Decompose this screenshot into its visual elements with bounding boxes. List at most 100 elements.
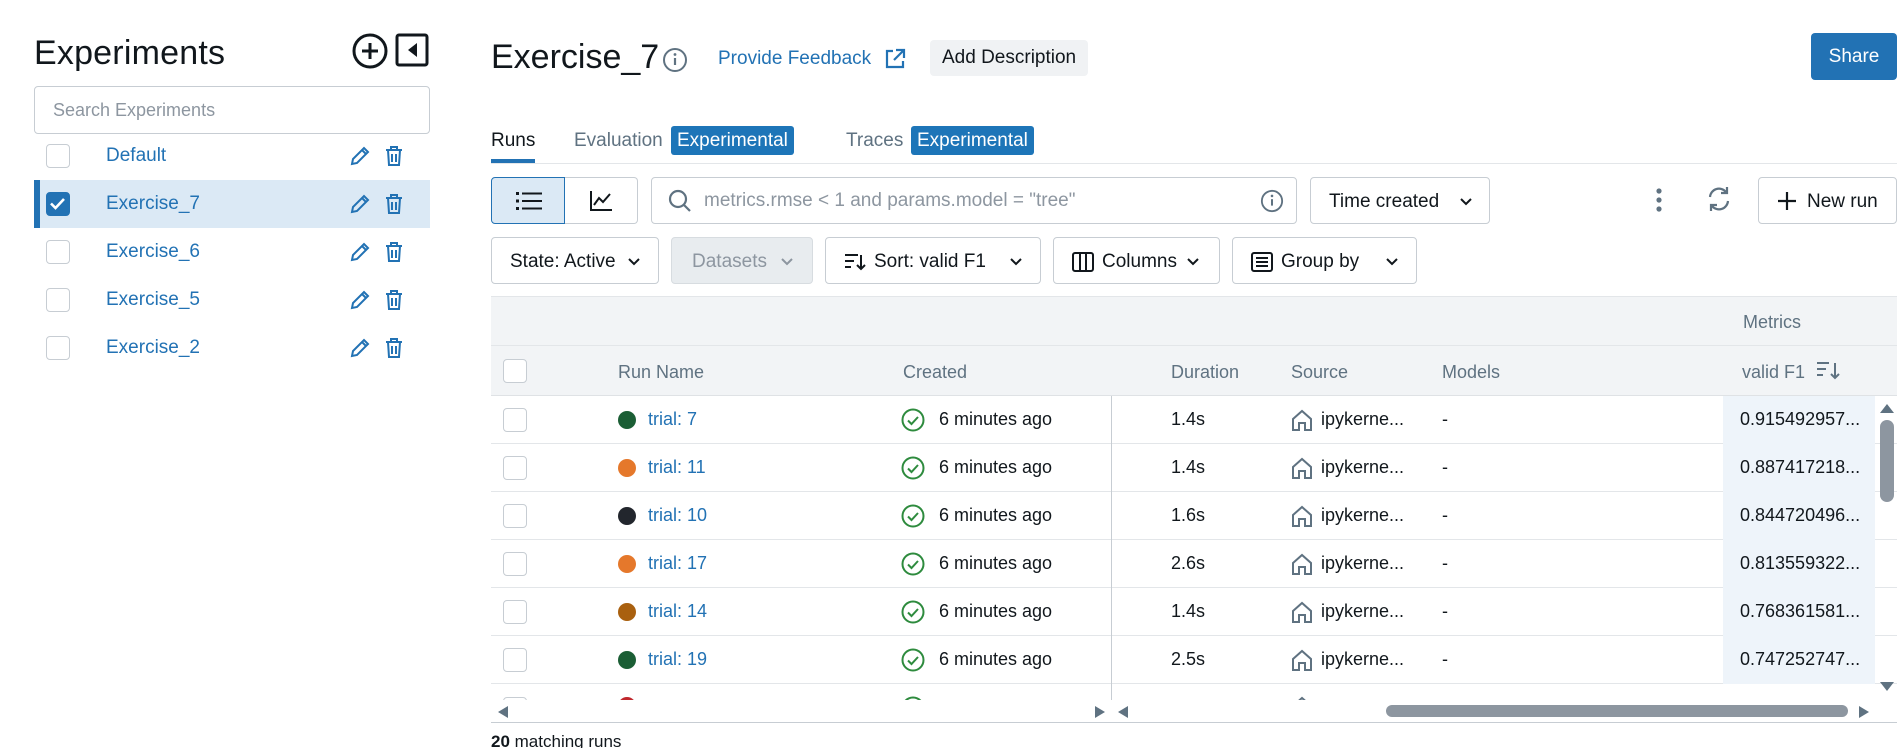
experiment-item[interactable]: Exercise_5 bbox=[34, 276, 430, 324]
horizontal-scroll-thumb[interactable] bbox=[1386, 705, 1848, 717]
scroll-left-icon[interactable] bbox=[1117, 705, 1129, 719]
datasets-dropdown[interactable]: Datasets bbox=[671, 237, 813, 284]
provide-feedback-link[interactable]: Provide Feedback bbox=[718, 48, 871, 70]
columns-dropdown[interactable]: Columns bbox=[1053, 237, 1220, 284]
run-name-link[interactable]: trial: 17 bbox=[648, 553, 707, 574]
trash-icon[interactable] bbox=[384, 337, 404, 359]
experiment-item[interactable]: Exercise_2 bbox=[34, 324, 430, 372]
row-checkbox[interactable] bbox=[503, 408, 527, 432]
collapse-sidebar-icon[interactable] bbox=[395, 33, 429, 67]
trash-icon[interactable] bbox=[384, 289, 404, 311]
experiment-item[interactable]: Default bbox=[34, 132, 430, 180]
vertical-scroll-thumb[interactable] bbox=[1880, 420, 1894, 502]
trash-icon[interactable] bbox=[384, 193, 404, 215]
duration: 2.5s bbox=[1171, 649, 1206, 669]
run-filter-box[interactable] bbox=[651, 177, 1297, 224]
experiment-item[interactable]: Exercise_6 bbox=[34, 228, 430, 276]
run-color-dot[interactable] bbox=[618, 603, 636, 621]
experiment-name[interactable]: Exercise_5 bbox=[106, 289, 200, 311]
kebab-menu-icon[interactable] bbox=[1650, 187, 1668, 213]
experiment-name[interactable]: Exercise_2 bbox=[106, 337, 200, 359]
experiment-checkbox[interactable] bbox=[46, 288, 70, 312]
scroll-right-icon[interactable] bbox=[1094, 705, 1106, 719]
chart-view-button[interactable] bbox=[565, 177, 638, 224]
edit-icon[interactable] bbox=[349, 241, 371, 263]
share-button[interactable]: Share bbox=[1811, 33, 1897, 80]
scroll-up-icon[interactable] bbox=[1879, 402, 1895, 414]
trash-icon[interactable] bbox=[384, 145, 404, 167]
run-color-dot[interactable] bbox=[618, 459, 636, 477]
tab-evaluation[interactable]: Evaluation bbox=[574, 130, 663, 152]
time-created-dropdown[interactable]: Time created bbox=[1310, 177, 1490, 224]
column-header-duration[interactable]: Duration bbox=[1171, 362, 1239, 383]
experiment-item[interactable]: Exercise_7 bbox=[34, 180, 430, 228]
source-link[interactable]: ipykerne... bbox=[1321, 649, 1404, 670]
experiment-name[interactable]: Exercise_6 bbox=[106, 241, 200, 263]
table-row[interactable]: trial: 17 6 minutes ago 2.6s ipykerne... - 0.… bbox=[491, 540, 1897, 588]
run-name-link[interactable]: trial: 11 bbox=[648, 457, 706, 478]
table-row[interactable]: trial: 7 6 minutes ago 1.4s ipykerne... - 0.9… bbox=[491, 396, 1897, 444]
run-color-dot[interactable] bbox=[618, 507, 636, 525]
source-link[interactable]: ipykerne... bbox=[1321, 409, 1404, 430]
search-experiments-input[interactable] bbox=[34, 86, 430, 134]
run-name-link[interactable]: trial: 7 bbox=[648, 409, 697, 430]
source-link[interactable]: ipykerne... bbox=[1321, 601, 1404, 622]
experiment-checkbox[interactable] bbox=[46, 240, 70, 264]
experiment-name[interactable]: Exercise_7 bbox=[106, 193, 200, 215]
group-by-dropdown[interactable]: Group by bbox=[1232, 237, 1417, 284]
column-header-source[interactable]: Source bbox=[1291, 362, 1348, 383]
run-color-dot[interactable] bbox=[618, 555, 636, 573]
row-checkbox[interactable] bbox=[503, 648, 527, 672]
experiment-checkbox[interactable] bbox=[46, 144, 70, 168]
scroll-left-icon[interactable] bbox=[497, 705, 509, 719]
scroll-right-icon[interactable] bbox=[1858, 705, 1870, 719]
row-checkbox[interactable] bbox=[503, 504, 527, 528]
sort-dropdown[interactable]: Sort: valid F1 bbox=[825, 237, 1041, 284]
info-icon[interactable] bbox=[1260, 189, 1284, 213]
column-header-run-name[interactable]: Run Name bbox=[618, 362, 704, 383]
run-color-dot[interactable] bbox=[618, 651, 636, 669]
edit-icon[interactable] bbox=[349, 193, 371, 215]
select-all-checkbox[interactable] bbox=[503, 359, 527, 383]
scroll-down-icon[interactable] bbox=[1879, 681, 1895, 693]
time-created-label: Time created bbox=[1329, 191, 1440, 212]
run-color-dot[interactable] bbox=[618, 411, 636, 429]
run-name-link[interactable]: trial: 10 bbox=[648, 505, 707, 526]
table-row[interactable]: trial: 10 6 minutes ago 1.6s ipykerne... - 0.… bbox=[491, 492, 1897, 540]
table-row[interactable]: trial: 14 6 minutes ago 1.4s ipykerne... - 0.… bbox=[491, 588, 1897, 636]
state-filter-dropdown[interactable]: State: Active bbox=[491, 237, 659, 284]
add-description-button[interactable]: Add Description bbox=[930, 40, 1089, 76]
tab-traces[interactable]: Traces bbox=[846, 130, 903, 152]
source-link[interactable]: ipykerne... bbox=[1321, 457, 1404, 478]
column-header-models[interactable]: Models bbox=[1442, 362, 1500, 383]
column-header-created[interactable]: Created bbox=[903, 362, 967, 383]
edit-icon[interactable] bbox=[349, 337, 371, 359]
duration: 1.4s bbox=[1171, 601, 1206, 621]
experiment-checkbox[interactable] bbox=[46, 336, 70, 360]
column-header-valid-f1[interactable]: valid F1 bbox=[1742, 362, 1805, 383]
created-time: 6 minutes ago bbox=[939, 649, 1053, 669]
experiment-name[interactable]: Default bbox=[106, 145, 166, 167]
list-view-button[interactable] bbox=[491, 177, 565, 224]
external-link-icon[interactable] bbox=[883, 47, 907, 71]
table-row[interactable]: trial: 11 6 minutes ago 1.4s ipykerne... - 0.… bbox=[491, 444, 1897, 492]
source-link[interactable]: ipykerne... bbox=[1321, 505, 1404, 526]
edit-icon[interactable] bbox=[349, 145, 371, 167]
table-row[interactable]: trial: 19 6 minutes ago 2.5s ipykerne... - 0.… bbox=[491, 636, 1897, 684]
add-experiment-icon[interactable] bbox=[351, 32, 389, 70]
edit-icon[interactable] bbox=[349, 289, 371, 311]
source-link[interactable]: ipykerne... bbox=[1321, 553, 1404, 574]
tab-runs[interactable]: Runs bbox=[491, 130, 535, 152]
refresh-icon[interactable] bbox=[1705, 185, 1733, 213]
new-run-button[interactable]: New run bbox=[1758, 177, 1897, 224]
run-name-link[interactable]: trial: 19 bbox=[648, 649, 707, 670]
row-checkbox[interactable] bbox=[503, 600, 527, 624]
info-icon[interactable] bbox=[662, 47, 688, 73]
run-filter-input[interactable] bbox=[704, 179, 1224, 222]
row-checkbox[interactable] bbox=[503, 456, 527, 480]
sort-desc-icon[interactable] bbox=[1816, 360, 1842, 382]
trash-icon[interactable] bbox=[384, 241, 404, 263]
run-name-link[interactable]: trial: 14 bbox=[648, 601, 707, 622]
experiment-checkbox[interactable] bbox=[46, 192, 70, 216]
row-checkbox[interactable] bbox=[503, 552, 527, 576]
